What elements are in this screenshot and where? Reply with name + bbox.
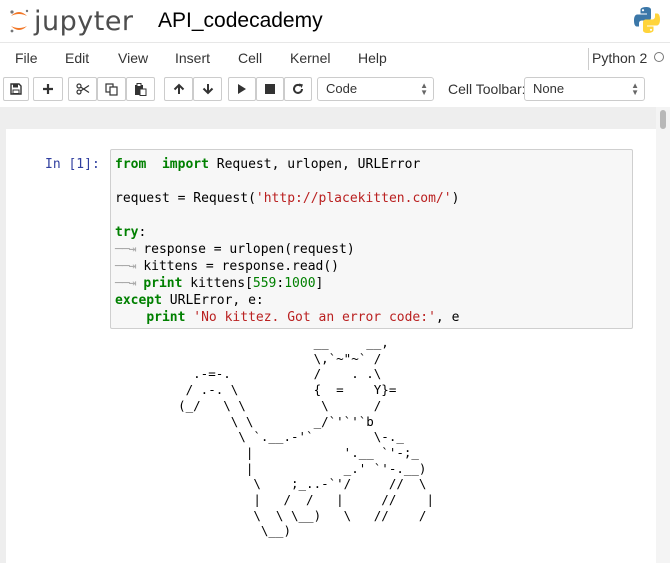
run-button[interactable]	[228, 77, 256, 101]
notebook-title[interactable]: API_codecademy	[158, 9, 323, 33]
code-line: try:	[115, 225, 147, 240]
kernel-idle-icon	[654, 52, 664, 62]
toolbar: Code ▲ ▼ Cell Toolbar: None ▲ ▼	[0, 75, 670, 107]
menu-help[interactable]: Help	[358, 50, 387, 66]
cut-button[interactable]	[68, 77, 97, 101]
select-arrows-icon: ▲ ▼	[420, 81, 428, 97]
jupyter-wordmark: jupyter	[34, 5, 134, 37]
paste-button[interactable]	[126, 77, 155, 101]
menu-kernel[interactable]: Kernel	[290, 50, 330, 66]
move-down-button[interactable]	[193, 77, 222, 101]
menu-view[interactable]: View	[118, 50, 148, 66]
python-logo-icon	[634, 7, 660, 33]
paste-icon	[135, 82, 147, 96]
code-line: request = Request('http://placekitten.co…	[115, 191, 460, 206]
cell-toolbar-label: Cell Toolbar:	[448, 81, 526, 97]
play-icon	[238, 84, 246, 94]
scrollbar[interactable]	[656, 107, 670, 563]
menu-insert[interactable]: Insert	[175, 50, 210, 66]
cell-type-value: Code	[326, 81, 358, 96]
cell-toolbar-value: None	[533, 81, 565, 96]
stop-icon	[265, 84, 275, 94]
kernel-name: Python 2	[592, 50, 648, 66]
cell-toolbar-select[interactable]: None ▲ ▼	[524, 77, 645, 101]
code-line: ──⇥ print kittens[559:1000]	[115, 276, 324, 291]
move-up-button[interactable]	[164, 77, 193, 101]
code-line: except URLError, e:	[115, 293, 264, 308]
menubar: File Edit View Insert Cell Kernel Help P…	[0, 42, 670, 76]
jupyter-orbit-icon	[10, 9, 29, 33]
header: jupyter API_codecademy	[0, 0, 670, 42]
restart-icon	[293, 83, 303, 94]
code-editor[interactable]: from import Request, urlopen, URLError r…	[115, 156, 459, 326]
select-arrows-icon: ▲ ▼	[631, 81, 639, 97]
cell-type-select[interactable]: Code ▲ ▼	[317, 77, 434, 101]
save-button[interactable]	[3, 77, 29, 101]
tab-indent-marker: ──⇥	[115, 276, 137, 291]
code-line: ──⇥ response = urlopen(request)	[115, 242, 355, 257]
copy-icon	[105, 82, 118, 96]
interrupt-button[interactable]	[256, 77, 284, 101]
scissors-icon	[75, 83, 89, 95]
insert-cell-button[interactable]	[33, 77, 63, 101]
jupyter-logo[interactable]: jupyter	[8, 4, 134, 38]
kernel-divider	[588, 48, 589, 70]
menu-edit[interactable]: Edit	[65, 50, 89, 66]
arrow-up-icon	[173, 83, 184, 94]
input-prompt: In [1]:	[45, 157, 100, 172]
code-line: ──⇥ kittens = response.read()	[115, 259, 340, 274]
restart-button[interactable]	[284, 77, 312, 101]
cell-output: __ __, \,`~"~` / .-=-. / . .\ / .-. \ { …	[178, 335, 434, 539]
plus-icon	[43, 84, 53, 94]
copy-button[interactable]	[97, 77, 126, 101]
arrow-down-icon	[202, 84, 213, 95]
menu-file[interactable]: File	[15, 50, 38, 66]
tab-indent-marker: ──⇥	[115, 242, 137, 257]
save-icon	[10, 83, 22, 95]
scrollbar-thumb[interactable]	[660, 110, 666, 129]
menu-cell[interactable]: Cell	[238, 50, 262, 66]
code-line: print 'No kittez. Got an error code:', e	[146, 310, 460, 325]
code-line: from import Request, urlopen, URLError	[115, 157, 421, 172]
tab-indent-marker: ──⇥	[115, 259, 137, 274]
